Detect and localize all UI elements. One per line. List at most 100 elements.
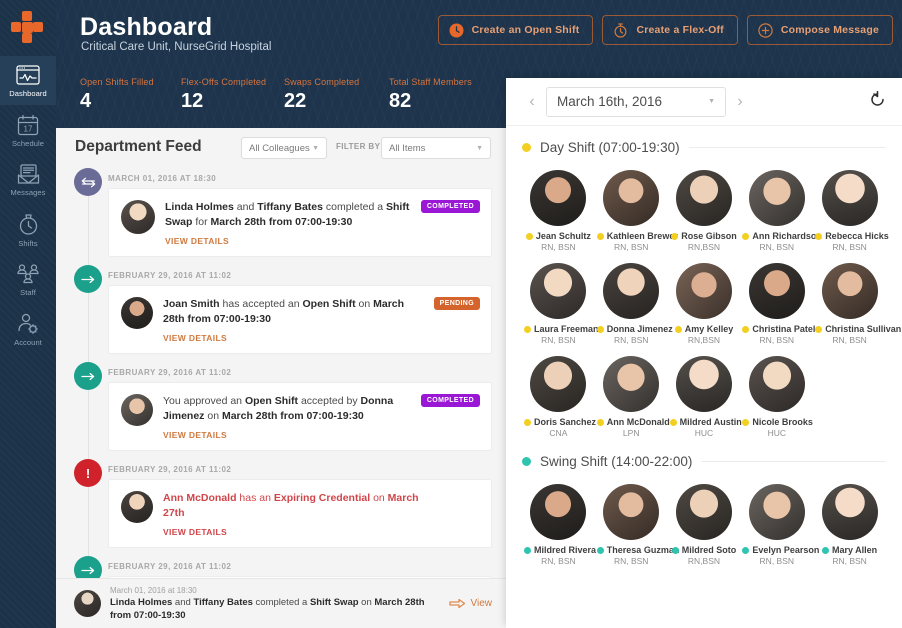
stat-value: 4	[80, 90, 92, 112]
items-filter-value: All Items	[389, 142, 426, 154]
staff-name: Mildred Rivera	[524, 545, 596, 555]
feed-item[interactable]: MARCH 01, 2016 AT 18:30 Linda Holmes and …	[56, 168, 506, 257]
staff-card[interactable]: Theresa Guzman RN, BSN	[595, 475, 679, 568]
page-title: Dashboard	[80, 13, 213, 41]
refresh-button[interactable]	[869, 90, 886, 113]
staff-role: RN, BSN	[613, 242, 649, 252]
view-details-link[interactable]: VIEW DETAILS	[163, 527, 421, 537]
dashboard-icon	[0, 65, 56, 86]
shift-color-dot	[522, 457, 531, 466]
shift-color-dot	[524, 547, 531, 555]
feed-item[interactable]: ! FEBRUARY 29, 2016 AT 11:02 Ann McDonald …	[56, 459, 506, 548]
view-details-link[interactable]: VIEW DETAILS	[163, 333, 421, 343]
arrow-right-outline-icon	[448, 598, 465, 609]
staff-card[interactable]: Mildred Soto RN,BSN	[668, 475, 741, 568]
staff-card[interactable]: Amy Kelley RN,BSN	[668, 254, 741, 347]
chevron-left-icon[interactable]: ‹	[522, 93, 542, 111]
staff-card[interactable]: Rebecca Hicks RN, BSN	[813, 161, 889, 254]
chevron-right-icon[interactable]: ›	[730, 93, 750, 111]
sidebar-item-shifts[interactable]: Shifts	[0, 204, 56, 255]
schedule-panel: ‹ March 16th, 2016 ▼ › Day Shift (07:00-…	[506, 78, 902, 628]
feed-item[interactable]: FEBRUARY 29, 2016 AT 11:02 Joan Smith has…	[56, 265, 506, 354]
create-a-flex-off-button[interactable]: Create a Flex-Off	[602, 15, 738, 45]
staff-card[interactable]: Mary Allen RN, BSN	[813, 475, 886, 568]
arrow-right-icon	[74, 362, 102, 390]
sidebar-item-schedule[interactable]: 17 Schedule	[0, 105, 56, 155]
date-picker-dropdown[interactable]: March 16th, 2016 ▼	[546, 86, 726, 117]
sidebar-item-account[interactable]: Account	[0, 304, 56, 354]
footer-view-button[interactable]: View	[448, 598, 492, 609]
colleagues-filter-dropdown[interactable]: All Colleagues ▼	[241, 137, 327, 159]
feed-item-timestamp: FEBRUARY 29, 2016 AT 11:02	[108, 562, 232, 571]
avatar	[530, 263, 587, 319]
staff-card[interactable]: Kathleen Brewer RN, BSN	[595, 161, 678, 254]
staff-role: CNA	[549, 428, 568, 438]
feed-list[interactable]: MARCH 01, 2016 AT 18:30 Linda Holmes and …	[56, 168, 506, 578]
staff-card[interactable]: Nicole Brooks HUC	[740, 347, 813, 440]
staff-grid: Mildred Rivera RN, BSN Theresa Guzman RN…	[522, 475, 886, 568]
staff-card[interactable]: Laura Freeman RN, BSN	[522, 254, 599, 347]
arrow-right-icon	[74, 556, 102, 578]
staff-name: Mildred Austin	[669, 417, 742, 427]
staff-card[interactable]: Christina Patel RN, BSN	[740, 254, 815, 347]
stat-card: Swaps Completed 22	[284, 77, 389, 113]
staff-card[interactable]: Ann McDonald LPN	[595, 347, 670, 440]
staff-name: Ann Richardson	[742, 231, 822, 241]
feed-item-card: Ann McDonald has an Expiring Credential …	[108, 479, 492, 548]
staff-name: Christina Sullivan	[815, 324, 901, 334]
feed-item[interactable]: FEBRUARY 29, 2016 AT 11:02 You approved a…	[56, 362, 506, 451]
staff-card[interactable]: Doris Sanchez CNA	[522, 347, 596, 440]
avatar	[121, 491, 153, 523]
staff-role: RN, BSN	[613, 335, 649, 345]
feed-item-timestamp: FEBRUARY 29, 2016 AT 11:02	[108, 465, 232, 474]
staff-card[interactable]: Ann Richardson RN, BSN	[740, 161, 822, 254]
status-badge: COMPLETED	[420, 394, 480, 407]
staff-name: Ann McDonald	[596, 417, 670, 427]
sidebar-item-dashboard[interactable]: Dashboard	[0, 56, 56, 105]
colleagues-filter-value: All Colleagues	[249, 142, 310, 154]
feed-item-body: Joan Smith has accepted an Open Shift on…	[163, 297, 479, 343]
feed-item[interactable]: FEBRUARY 29, 2016 AT 11:02Donna Jimenez …	[56, 556, 506, 578]
feed-title: Department Feed	[75, 138, 202, 155]
avatar	[821, 263, 878, 319]
items-filter-dropdown[interactable]: All Items ▼	[381, 137, 491, 159]
staff-role: HUC	[694, 428, 714, 438]
schedule-body[interactable]: Day Shift (07:00-19:30) Jean Schultz RN,…	[506, 126, 902, 628]
staff-name: Amy Kelley	[670, 324, 739, 334]
avatar	[675, 484, 732, 540]
avatar	[748, 170, 805, 226]
compose-message-button[interactable]: Compose Message	[746, 15, 893, 45]
feed-item-text: Linda Holmes and Tiffany Bates completed…	[165, 201, 410, 228]
action-label: Compose Message	[780, 24, 879, 36]
staff-card[interactable]: Evelyn Pearson RN, BSN	[740, 475, 819, 568]
sidebar-item-messages[interactable]: Messages	[0, 155, 56, 204]
shift-color-dot	[815, 233, 823, 241]
shift-name: Swing Shift (14:00-22:00)	[540, 454, 693, 469]
avatar	[530, 356, 587, 412]
staff-card[interactable]: Donna Jimenez RN, BSN	[595, 254, 673, 347]
avatar	[821, 170, 878, 226]
staff-role: RN, BSN	[541, 335, 576, 345]
staff-card[interactable]: Mildred Austin HUC	[668, 347, 742, 440]
medical-cross-logo[interactable]	[0, 0, 56, 56]
avatar	[748, 263, 805, 319]
feed-footer-item[interactable]: March 01, 2016 at 18:30 Linda Holmes and…	[56, 578, 506, 628]
staff-role: RN, BSN	[541, 242, 576, 252]
view-details-link[interactable]: VIEW DETAILS	[163, 430, 421, 440]
staff-card[interactable]: Jean Schultz RN, BSN	[522, 161, 595, 254]
filter-by-label: FILTER BY	[336, 142, 381, 151]
shift-color-dot	[671, 547, 679, 555]
sidebar-item-staff[interactable]: Staff	[0, 255, 56, 304]
staff-card[interactable]: Christina Sullivan RN, BSN	[813, 254, 901, 347]
avatar	[603, 356, 660, 412]
create-an-open-shift-button[interactable]: Create an Open Shift	[437, 15, 594, 45]
calendar-icon: 17	[0, 114, 56, 136]
staff-card[interactable]: Rose Gibson RN,BSN	[668, 161, 741, 254]
avatar	[74, 590, 101, 617]
sidebar-item-label: Schedule	[11, 139, 45, 148]
shift-color-dot	[596, 547, 604, 555]
view-details-link[interactable]: VIEW DETAILS	[165, 236, 421, 246]
schedule-header: ‹ March 16th, 2016 ▼ ›	[506, 78, 902, 126]
staff-card[interactable]: Mildred Rivera RN, BSN	[522, 475, 596, 568]
feed-item-timestamp: MARCH 01, 2016 AT 18:30	[108, 174, 217, 183]
